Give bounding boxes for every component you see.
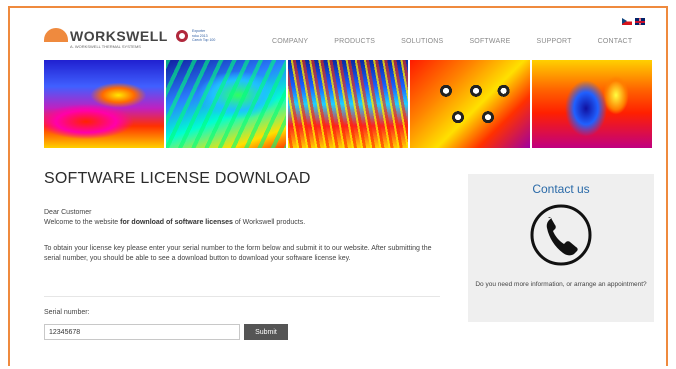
nav-item-support[interactable]: SUPPORT	[536, 38, 571, 45]
serial-number-input[interactable]	[44, 324, 240, 340]
site-header: WORKSWELL A. WORKSWELL THERMAL SYSTEMS E…	[10, 8, 666, 66]
banner-image-solar	[166, 60, 286, 148]
nav-item-products[interactable]: PRODUCTS	[334, 38, 375, 45]
phone-icon[interactable]	[528, 202, 594, 268]
nav-item-solutions[interactable]: SOLUTIONS	[401, 38, 443, 45]
logo-sun-icon	[44, 28, 68, 42]
welcome-bold: for download of software licenses	[120, 219, 233, 226]
banner-image-machine	[532, 60, 652, 148]
nav-item-contact[interactable]: CONTACT	[598, 38, 633, 45]
instructions-text: To obtain your license key please enter …	[44, 245, 432, 262]
partner-text: Exporter roku 2013 Czech Top 100	[192, 29, 216, 42]
form-divider	[44, 296, 440, 297]
page-title: SOFTWARE LICENSE DOWNLOAD	[44, 170, 311, 187]
welcome-post: of Workswell products.	[232, 219, 306, 226]
contact-box: Contact us Do you need more information,…	[468, 174, 654, 322]
greeting-text: Dear Customer	[44, 209, 92, 216]
banner-image-aircraft	[44, 60, 164, 148]
partner-badge: Exporter roku 2013 Czech Top 100	[176, 29, 242, 45]
banner-image-cables	[288, 60, 408, 148]
logo-subtitle: A. WORKSWELL THERMAL SYSTEMS	[70, 44, 141, 49]
logo-text: WORKSWELL	[70, 28, 168, 44]
nav-item-software[interactable]: SOFTWARE	[469, 38, 510, 45]
nav-item-company[interactable]: COMPANY	[272, 38, 308, 45]
language-switcher	[622, 18, 645, 25]
main-nav: COMPANY PRODUCTS SOLUTIONS SOFTWARE SUPP…	[272, 38, 658, 45]
partner-mark-icon	[176, 30, 188, 42]
submit-button[interactable]: Submit	[244, 324, 288, 340]
welcome-text: Welcome to the website for download of s…	[44, 218, 305, 228]
banner-image-electronics	[410, 60, 530, 148]
contact-title[interactable]: Contact us	[468, 182, 654, 196]
serial-number-label: Serial number:	[44, 309, 90, 316]
workswell-logo[interactable]: WORKSWELL A. WORKSWELL THERMAL SYSTEMS	[44, 28, 174, 54]
page-frame: WORKSWELL A. WORKSWELL THERMAL SYSTEMS E…	[8, 6, 668, 366]
welcome-pre: Welcome to the website	[44, 219, 121, 226]
thermal-banner	[44, 60, 652, 148]
uk-flag-icon[interactable]	[635, 18, 645, 25]
contact-text: Do you need more information, or arrange…	[475, 281, 647, 288]
czech-flag-icon[interactable]	[622, 18, 632, 25]
